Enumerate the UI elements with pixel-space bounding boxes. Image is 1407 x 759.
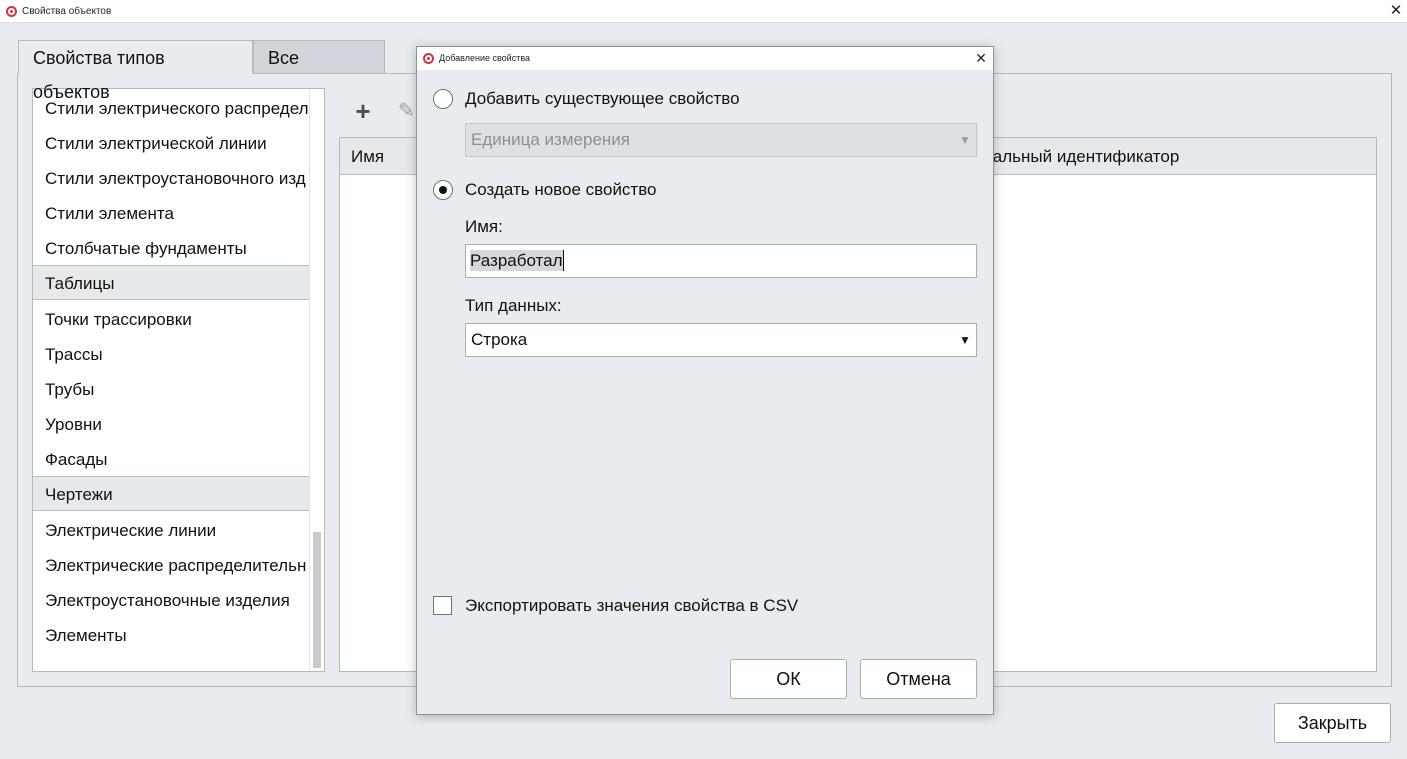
radio-existing-property-label[interactable]: Добавить существующее свойство: [465, 89, 740, 109]
edit-property-icon[interactable]: ✎: [398, 98, 418, 124]
list-item[interactable]: Точки трассировки: [33, 302, 310, 337]
add-property-dialog: Добавление свойства ✕ Добавить существую…: [416, 46, 994, 715]
list-item[interactable]: Уровни: [33, 407, 310, 442]
name-input[interactable]: Разработал: [465, 244, 977, 278]
list-item[interactable]: Электроустановочные изделия: [33, 583, 310, 618]
close-button[interactable]: Закрыть: [1274, 703, 1391, 743]
name-input-value: Разработал: [470, 250, 564, 271]
data-type-select-value: Строка: [471, 330, 528, 349]
dialog-titlebar: Добавление свойства ✕: [417, 47, 993, 70]
list-group-header[interactable]: Таблицы: [33, 265, 310, 300]
existing-property-combo: Единица измерения ▼: [465, 123, 977, 157]
list-item[interactable]: Элементы: [33, 618, 310, 653]
list-item[interactable]: Стили элемента: [33, 196, 310, 231]
chevron-down-icon: ▼: [959, 133, 971, 147]
data-type-label: Тип данных:: [465, 296, 562, 315]
list-item[interactable]: Электрические распределительн: [33, 548, 310, 583]
name-field-label: Имя:: [465, 217, 503, 236]
add-property-icon[interactable]: +: [350, 96, 376, 126]
list-item[interactable]: Столбчатые фундаменты: [33, 231, 310, 266]
list-item[interactable]: Стили электрической линии: [33, 126, 310, 161]
existing-property-combo-value: Единица измерения: [471, 130, 630, 149]
radio-new-property[interactable]: [433, 180, 453, 200]
tab-all-properties[interactable]: Все свойства: [253, 40, 385, 102]
list-item[interactable]: Трубы: [33, 372, 310, 407]
app-logo-icon: [423, 53, 434, 64]
cancel-button[interactable]: Отмена: [860, 659, 977, 699]
ok-button[interactable]: ОК: [730, 659, 847, 699]
window-close-icon[interactable]: ✕: [1385, 0, 1407, 23]
column-header-unique-id[interactable]: кальный идентификатор: [985, 138, 1376, 175]
list-group-header[interactable]: Чертежи: [33, 476, 310, 511]
tab-object-type-properties[interactable]: Свойства типов объектов: [18, 40, 253, 102]
scrollbar-thumb[interactable]: [313, 532, 321, 668]
list-item[interactable]: Фасады: [33, 442, 310, 477]
export-csv-checkbox[interactable]: [433, 596, 452, 615]
list-item[interactable]: Стили электроустановочного изд: [33, 161, 310, 196]
data-type-select[interactable]: Строка ▼: [465, 323, 977, 357]
radio-existing-property[interactable]: [433, 89, 453, 109]
app-logo-icon: [6, 6, 17, 17]
export-csv-label[interactable]: Экспортировать значения свойства в CSV: [465, 596, 798, 616]
list-scrollbar[interactable]: [309, 89, 324, 671]
dialog-close-icon[interactable]: ✕: [971, 47, 991, 70]
radio-new-property-label[interactable]: Создать новое свойство: [465, 180, 657, 200]
list-item[interactable]: Электрические линии: [33, 513, 310, 548]
list-item[interactable]: Трассы: [33, 337, 310, 372]
object-types-list[interactable]: Стили электрического распредел Стили эле…: [32, 88, 325, 672]
window-title: Свойства объектов: [22, 6, 112, 17]
chevron-down-icon: ▼: [959, 333, 971, 347]
main-titlebar: Свойства объектов ✕: [0, 0, 1407, 23]
dialog-title: Добавление свойства: [439, 53, 531, 63]
